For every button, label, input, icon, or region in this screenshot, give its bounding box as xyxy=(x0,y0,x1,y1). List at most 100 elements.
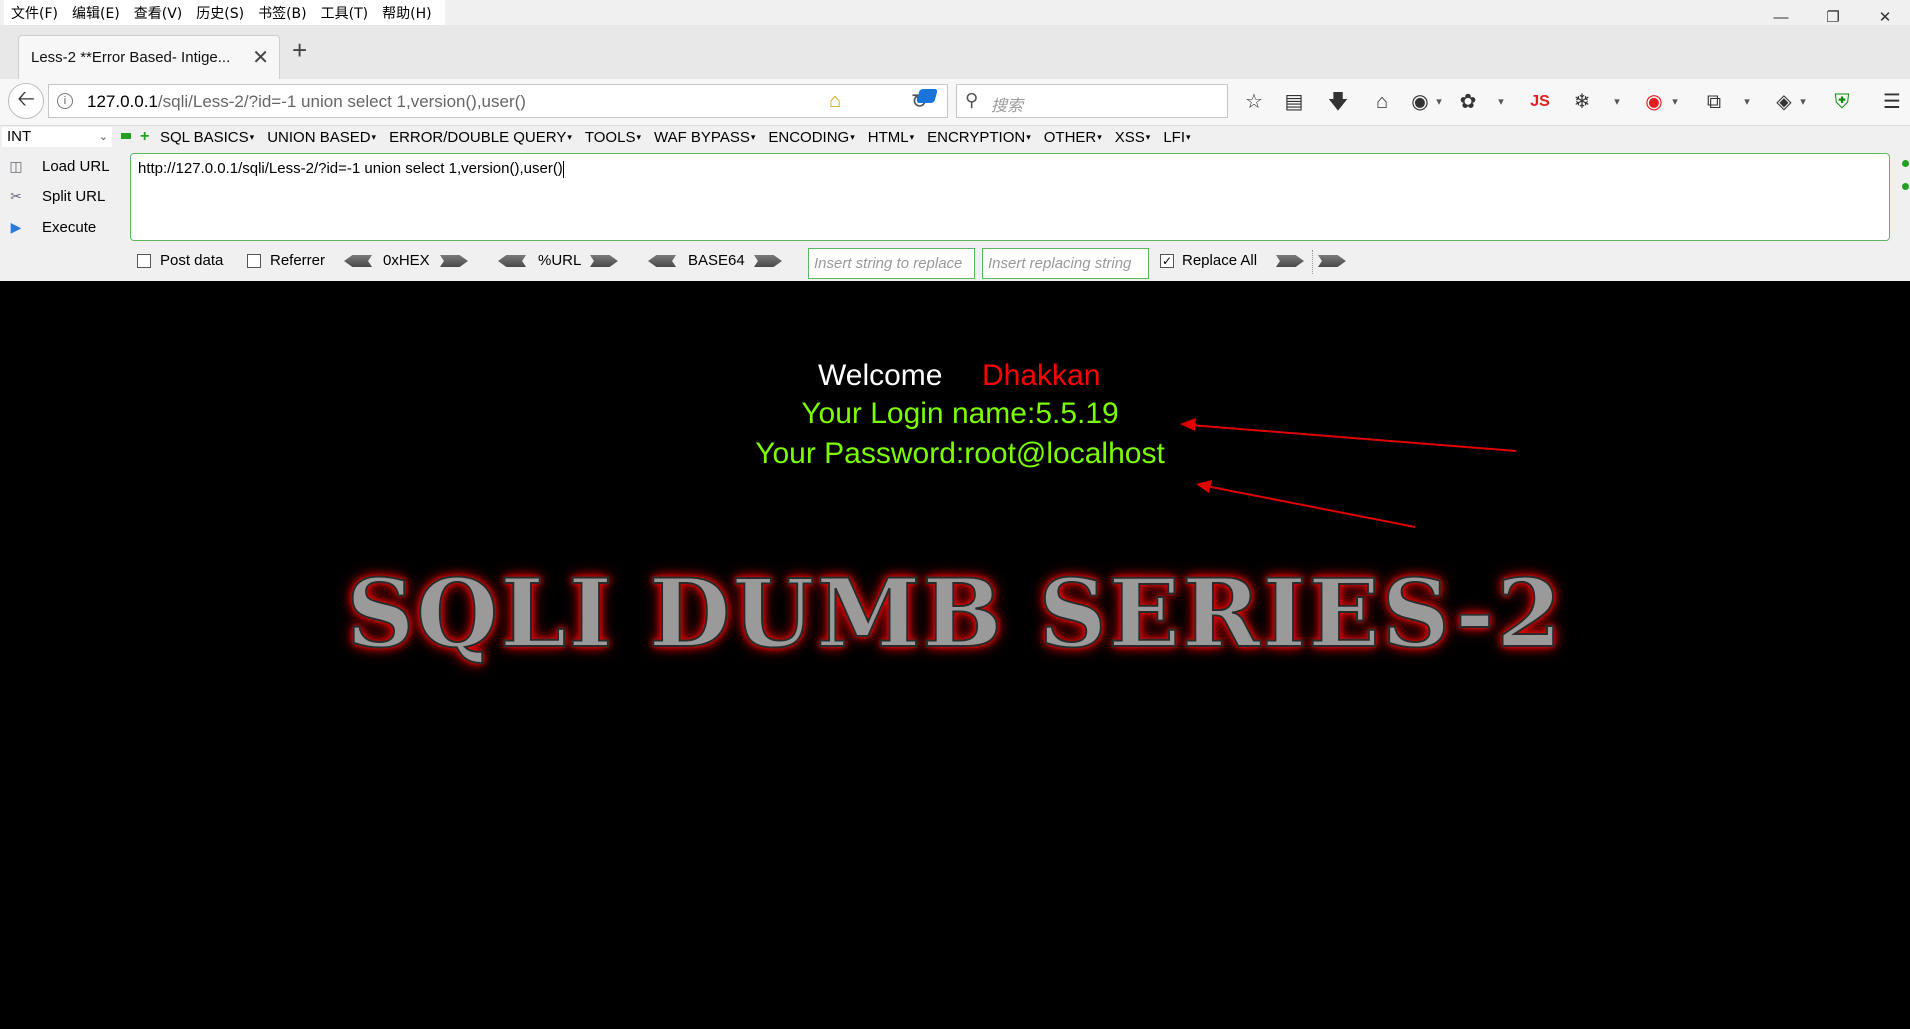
palette-dropdown-icon[interactable]: ▾ xyxy=(1494,89,1508,115)
replace-arrow-icon[interactable] xyxy=(1276,255,1304,267)
palette-icon[interactable]: ✿ xyxy=(1454,89,1482,115)
tab-less-2[interactable]: Less-2 **Error Based- Intige... ✕ xyxy=(18,35,280,79)
execute-button[interactable]: ▶ Execute xyxy=(6,215,97,239)
red-addon-icon[interactable]: ◉ xyxy=(1640,89,1668,115)
tab-strip: Less-2 **Error Based- Intige... ✕ xyxy=(0,25,1910,79)
expand-dot-icon[interactable] xyxy=(1902,160,1909,167)
split-url-button[interactable]: ✂ Split URL xyxy=(6,184,105,208)
search-placeholder: 搜索 xyxy=(991,96,1024,115)
hackbar-menu-encoding[interactable]: ENCODING xyxy=(768,129,854,146)
replace-string-input[interactable]: Insert string to replace xyxy=(808,248,975,279)
bookmark-star-icon[interactable]: ☆ xyxy=(1240,89,1268,115)
translate-dropdown-icon[interactable]: ▾ xyxy=(1796,89,1810,115)
menu-history[interactable]: 历史(S) xyxy=(189,3,251,23)
menu-bookmarks[interactable]: 书签(B) xyxy=(251,3,314,23)
home-icon[interactable]: ⌂ xyxy=(829,90,841,113)
referrer-label: Referrer xyxy=(270,252,326,269)
browser-chrome: 文件(F) 编辑(E) 查看(V) 历史(S) 书签(B) 工具(T) 帮助(H… xyxy=(0,0,1910,281)
hackbar-menu-union-based[interactable]: UNION BASED xyxy=(267,129,376,146)
expand-plus-icon[interactable]: + xyxy=(140,127,149,147)
new-tab-button[interactable]: + xyxy=(292,37,307,63)
hackbar-menu-encryption[interactable]: ENCRYPTION xyxy=(927,129,1031,146)
translate-icon[interactable]: ◈ xyxy=(1770,89,1798,115)
window-addon-icon[interactable]: ⧉ xyxy=(1700,89,1728,115)
red-addon-dropdown-icon[interactable]: ▾ xyxy=(1668,89,1682,115)
annotation-arrow xyxy=(1196,480,1416,528)
shield-icon[interactable]: ⛨ xyxy=(1828,89,1856,115)
page-content: Welcome Dhakkan Your Login name:5.5.19 Y… xyxy=(0,281,1910,1029)
replace-apply-arrow-icon[interactable] xyxy=(1318,255,1346,267)
execute-label: Execute xyxy=(42,218,97,236)
hex-decode-arrow-icon[interactable] xyxy=(344,255,372,267)
url-encode-label: %URL xyxy=(538,252,582,269)
base64-decode-arrow-icon[interactable] xyxy=(648,255,676,267)
hackbar-url-text: http://127.0.0.1/sqli/Less-2/?id=-1 unio… xyxy=(138,160,564,178)
globe-addon-icon[interactable]: ◉ xyxy=(1406,89,1434,115)
back-button[interactable]: 🡠 xyxy=(8,83,44,119)
hackbar-menu-row: INT ⌄ + SQL BASICS UNION BASED ERROR/DOU… xyxy=(0,126,1910,148)
globe-dropdown-icon[interactable]: ▾ xyxy=(1432,89,1446,115)
base64-encode-arrow-icon[interactable] xyxy=(754,255,782,267)
expand-dot-icon[interactable] xyxy=(1902,183,1909,190)
tab-title: Less-2 **Error Based- Intige... xyxy=(31,49,231,66)
load-url-button[interactable]: ◫ Load URL xyxy=(6,154,110,178)
url-bar[interactable]: i 127.0.0.1/sqli/Less-2/?id=-1 union sel… xyxy=(48,84,948,118)
url-decode-arrow-icon[interactable] xyxy=(498,255,526,267)
menu-tools[interactable]: 工具(T) xyxy=(314,3,375,23)
hackbar-menu-xss[interactable]: XSS xyxy=(1115,129,1151,146)
url-encode-arrow-icon[interactable] xyxy=(590,255,618,267)
post-data-label: Post data xyxy=(160,252,224,269)
menu-edit[interactable]: 编辑(E) xyxy=(65,3,127,23)
hex-encode-arrow-icon[interactable] xyxy=(440,255,468,267)
menu-view[interactable]: 查看(V) xyxy=(127,3,190,23)
load-url-icon: ◫ xyxy=(9,157,23,174)
bug-dropdown-icon[interactable]: ▾ xyxy=(1610,89,1624,115)
download-icon[interactable]: 🡇 xyxy=(1324,89,1352,115)
js-toggle-icon[interactable]: JS xyxy=(1526,89,1554,115)
window-addon-dropdown-icon[interactable]: ▾ xyxy=(1740,89,1754,115)
type-select-value: INT xyxy=(7,128,32,145)
welcome-name: Dhakkan xyxy=(982,359,1101,392)
url-path: /sqli/Less-2/?id=-1 union select 1,versi… xyxy=(157,92,526,111)
hackbar-menu-lfi[interactable]: LFI xyxy=(1163,129,1190,146)
menu-list: 文件(F) 编辑(E) 查看(V) 历史(S) 书签(B) 工具(T) 帮助(H… xyxy=(4,0,445,25)
hackbar-menu-sql-basics[interactable]: SQL BASICS xyxy=(160,129,254,146)
series-banner: SQLI DUMB SERIES-2 xyxy=(345,558,1564,670)
hackbar-url-value: http://127.0.0.1/sqli/Less-2/?id=-1 unio… xyxy=(138,160,563,177)
url-text[interactable]: 127.0.0.1/sqli/Less-2/?id=-1 union selec… xyxy=(87,92,526,112)
hackbar-menu-error-double-query[interactable]: ERROR/DOUBLE QUERY xyxy=(389,129,572,146)
search-bar[interactable]: ⚲ 搜索 xyxy=(956,84,1228,118)
collapse-minus-icon[interactable] xyxy=(121,133,131,139)
password-line: Your Password:root@localhost xyxy=(755,437,1165,470)
menu-bar: 文件(F) 编辑(E) 查看(V) 历史(S) 书签(B) 工具(T) 帮助(H… xyxy=(0,0,1910,26)
replacing-string-input[interactable]: Insert replacing string xyxy=(982,248,1149,279)
chevron-down-icon: ⌄ xyxy=(98,131,108,143)
split-url-label: Split URL xyxy=(42,187,106,205)
menu-help[interactable]: 帮助(H) xyxy=(375,3,438,23)
hackbar-menu-other[interactable]: OTHER xyxy=(1044,129,1102,146)
type-select[interactable]: INT ⌄ xyxy=(2,127,112,147)
hackbar-menu: SQL BASICS UNION BASED ERROR/DOUBLE QUER… xyxy=(160,126,1204,148)
hackbar-menu-html[interactable]: HTML xyxy=(868,129,914,146)
search-icon: ⚲ xyxy=(965,90,979,110)
referrer-checkbox[interactable] xyxy=(247,254,261,268)
reading-list-icon[interactable]: ▤ xyxy=(1280,89,1308,115)
replace-all-checkbox[interactable]: ✓ xyxy=(1160,254,1174,268)
menu-file[interactable]: 文件(F) xyxy=(4,3,65,23)
hackbar-menu-waf-bypass[interactable]: WAF BYPASS xyxy=(654,129,755,146)
separator xyxy=(1312,250,1313,274)
post-data-checkbox[interactable] xyxy=(137,254,151,268)
hackbar-bottom-row: Post data Referrer 0xHEX %URL BASE64 Ins… xyxy=(0,248,1910,279)
hamburger-menu-icon[interactable]: ☰ xyxy=(1878,89,1906,115)
navigation-bar: 🡠 i 127.0.0.1/sqli/Less-2/?id=-1 union s… xyxy=(0,79,1910,126)
bug-addon-icon[interactable]: ❄ xyxy=(1568,89,1596,115)
url-host: 127.0.0.1 xyxy=(87,92,158,111)
close-tab-icon[interactable]: ✕ xyxy=(252,45,269,70)
hackbar-menu-tools[interactable]: TOOLS xyxy=(585,129,641,146)
welcome-text: Welcome xyxy=(818,359,943,392)
site-info-icon[interactable]: i xyxy=(57,93,73,109)
hackbar-url-textarea[interactable]: http://127.0.0.1/sqli/Less-2/?id=-1 unio… xyxy=(130,153,1890,241)
replace-all-label: Replace All xyxy=(1182,252,1258,269)
home-button-icon[interactable]: ⌂ xyxy=(1368,89,1396,115)
load-url-label: Load URL xyxy=(42,157,110,175)
